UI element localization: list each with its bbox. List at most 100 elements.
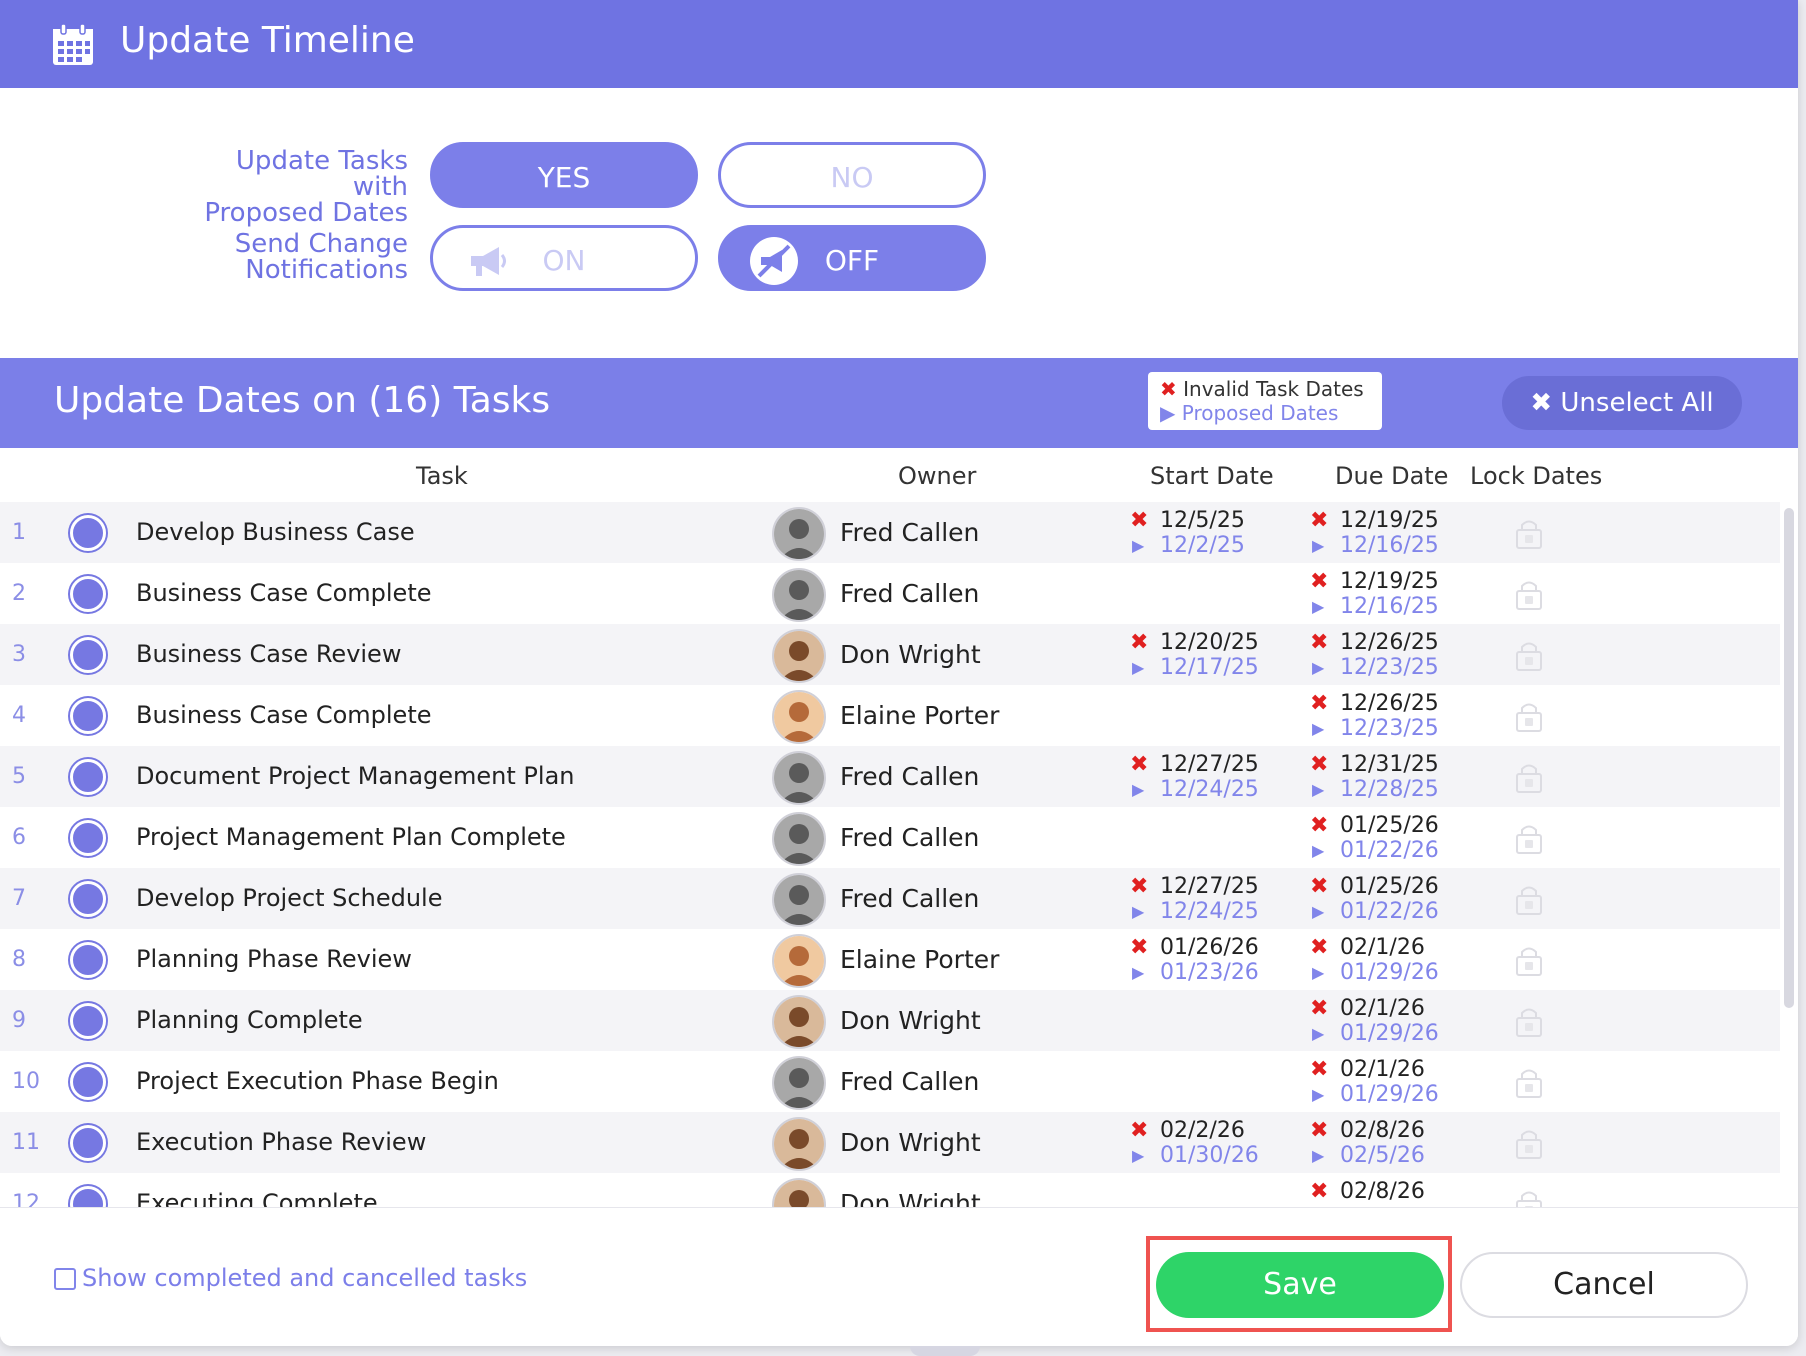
task-name[interactable]: Planning Phase Review bbox=[136, 945, 412, 973]
task-status-icon[interactable] bbox=[70, 881, 106, 917]
tasks-band-title: Update Dates on (16) Tasks bbox=[54, 380, 551, 421]
show-completed-label[interactable]: Show completed and cancelled tasks bbox=[82, 1264, 527, 1292]
due-date-proposed: 01/22/26 bbox=[1340, 899, 1439, 924]
task-name[interactable]: Project Management Plan Complete bbox=[136, 823, 566, 851]
start-date: 12/27/25 bbox=[1160, 752, 1259, 777]
task-status-icon[interactable] bbox=[70, 576, 106, 612]
task-status-icon[interactable] bbox=[70, 698, 106, 734]
lock-icon[interactable] bbox=[1512, 638, 1546, 672]
task-name[interactable]: Planning Complete bbox=[136, 1006, 363, 1034]
yes-label: YES bbox=[537, 161, 591, 194]
lock-icon[interactable] bbox=[1512, 943, 1546, 977]
start-date: 12/20/25 bbox=[1160, 630, 1259, 655]
unselect-all-button[interactable]: ✖ Unselect All bbox=[1502, 376, 1742, 430]
lock-icon[interactable] bbox=[1512, 760, 1546, 794]
avatar bbox=[772, 751, 826, 805]
table-row[interactable]: 7 Develop Project Schedule Fred Callen ✖ 12/… bbox=[0, 868, 1780, 929]
scrollbar-thumb[interactable] bbox=[1784, 508, 1794, 1008]
task-status-icon[interactable] bbox=[70, 1186, 106, 1207]
row-number: 9 bbox=[12, 1008, 26, 1033]
task-name[interactable]: Develop Project Schedule bbox=[136, 884, 442, 912]
triangle-right-icon: ▶ bbox=[1312, 597, 1325, 616]
task-status-icon[interactable] bbox=[70, 1064, 106, 1100]
lock-icon[interactable] bbox=[1512, 1065, 1546, 1099]
legend-proposed-row: ▶ Proposed Dates bbox=[1160, 401, 1338, 425]
task-name[interactable]: Document Project Management Plan bbox=[136, 762, 575, 790]
row-number: 7 bbox=[12, 886, 26, 911]
start-date-proposed: 12/24/25 bbox=[1160, 899, 1259, 924]
lock-icon[interactable] bbox=[1512, 516, 1546, 550]
task-name[interactable]: Develop Business Case bbox=[136, 518, 415, 546]
table-row[interactable]: 8 Planning Phase Review Elaine Porter ✖ 01/2… bbox=[0, 929, 1780, 990]
task-status-icon[interactable] bbox=[70, 1125, 106, 1161]
due-date-proposed: 01/29/26 bbox=[1340, 1082, 1439, 1107]
lock-icon[interactable] bbox=[1512, 1187, 1546, 1207]
lock-icon[interactable] bbox=[1512, 821, 1546, 855]
table-row[interactable]: 1 Develop Business Case Fred Callen ✖ 12/5/2… bbox=[0, 502, 1780, 563]
avatar-portrait bbox=[774, 875, 824, 925]
table-row[interactable]: 5 Document Project Management Plan Fred Ca… bbox=[0, 746, 1780, 807]
x-icon: ✖ bbox=[1160, 377, 1177, 401]
avatar bbox=[772, 568, 826, 622]
row-number: 5 bbox=[12, 764, 26, 789]
avatar bbox=[772, 934, 826, 988]
x-icon: ✖ bbox=[1310, 935, 1329, 960]
due-date: 02/1/26 bbox=[1340, 935, 1425, 960]
task-status-icon[interactable] bbox=[70, 1003, 106, 1039]
task-status-icon[interactable] bbox=[70, 759, 106, 795]
task-name[interactable]: Project Execution Phase Begin bbox=[136, 1067, 499, 1095]
table-row[interactable]: 6 Project Management Plan Complete Fred Ca… bbox=[0, 807, 1780, 868]
lock-icon[interactable] bbox=[1512, 1004, 1546, 1038]
due-date-cell: ✖ 12/19/25 ▶ 12/16/25 bbox=[1310, 569, 1439, 619]
update-tasks-no-button[interactable]: NO bbox=[718, 142, 986, 208]
due-date-proposed: 12/16/25 bbox=[1340, 533, 1439, 558]
save-button[interactable]: Save bbox=[1156, 1252, 1444, 1318]
table-row[interactable]: 4 Business Case Complete Elaine Porter ✖ 12/… bbox=[0, 685, 1780, 746]
update-tasks-label-line1: Update Tasks with bbox=[235, 146, 408, 202]
due-date-cell: ✖ 02/8/26 bbox=[1310, 1179, 1425, 1204]
lock-icon[interactable] bbox=[1512, 699, 1546, 733]
table-row[interactable]: 3 Business Case Review Don Wright ✖ 12/20/25… bbox=[0, 624, 1780, 685]
triangle-right-icon: ▶ bbox=[1312, 963, 1325, 982]
start-date-cell: ✖ 12/27/25 ▶ 12/24/25 bbox=[1130, 752, 1259, 802]
task-status-icon[interactable] bbox=[70, 637, 106, 673]
triangle-right-icon: ▶ bbox=[1312, 719, 1325, 738]
task-name[interactable]: Business Case Complete bbox=[136, 579, 432, 607]
lock-icon[interactable] bbox=[1512, 882, 1546, 916]
bottom-handle bbox=[910, 1346, 980, 1356]
due-date: 12/31/25 bbox=[1340, 752, 1439, 777]
avatar-portrait bbox=[774, 753, 824, 803]
cancel-button[interactable]: Cancel bbox=[1460, 1252, 1748, 1318]
task-status-icon[interactable] bbox=[70, 515, 106, 551]
lock-icon[interactable] bbox=[1512, 1126, 1546, 1160]
update-tasks-yes-button[interactable]: YES bbox=[430, 142, 698, 208]
avatar-portrait bbox=[774, 936, 824, 986]
owner-name: Don Wright bbox=[840, 1006, 981, 1035]
x-icon: ✖ bbox=[1310, 569, 1329, 594]
column-headers: Task Owner Start Date Due Date Lock Date… bbox=[0, 448, 1798, 502]
task-name[interactable]: Business Case Review bbox=[136, 640, 401, 668]
task-status-icon[interactable] bbox=[70, 820, 106, 856]
notifications-on-button[interactable]: ON bbox=[430, 225, 698, 291]
lock-icon[interactable] bbox=[1512, 577, 1546, 611]
task-status-icon[interactable] bbox=[70, 942, 106, 978]
due-date-cell: ✖ 02/1/26 ▶ 01/29/26 bbox=[1310, 1057, 1439, 1107]
task-name[interactable]: Executing Complete bbox=[136, 1189, 378, 1207]
notifications-off-button[interactable]: OFF bbox=[718, 225, 986, 291]
task-name[interactable]: Execution Phase Review bbox=[136, 1128, 426, 1156]
table-row[interactable]: 10 Project Execution Phase Begin Fred Call… bbox=[0, 1051, 1780, 1112]
due-date-proposed: 12/23/25 bbox=[1340, 716, 1439, 741]
table-row[interactable]: 11 Execution Phase Review Don Wright ✖ 02/2/… bbox=[0, 1112, 1780, 1173]
table-row[interactable]: 12 Executing Complete Don Wright ✖ 02/8/26 bbox=[0, 1173, 1780, 1207]
table-row[interactable]: 9 Planning Complete Don Wright ✖ 02/1/26 ▶ 01/… bbox=[0, 990, 1780, 1051]
avatar bbox=[772, 507, 826, 561]
task-name[interactable]: Business Case Complete bbox=[136, 701, 432, 729]
table-row[interactable]: 2 Business Case Complete Fred Callen ✖ 12/19… bbox=[0, 563, 1780, 624]
due-date: 02/8/26 bbox=[1340, 1179, 1425, 1204]
row-number: 10 bbox=[12, 1069, 40, 1094]
owner-name: Fred Callen bbox=[840, 762, 980, 791]
show-completed-checkbox[interactable] bbox=[54, 1268, 76, 1290]
start-date-proposed: 01/30/26 bbox=[1160, 1143, 1259, 1168]
row-number: 12 bbox=[12, 1191, 40, 1207]
muted-megaphone-icon bbox=[750, 237, 798, 285]
